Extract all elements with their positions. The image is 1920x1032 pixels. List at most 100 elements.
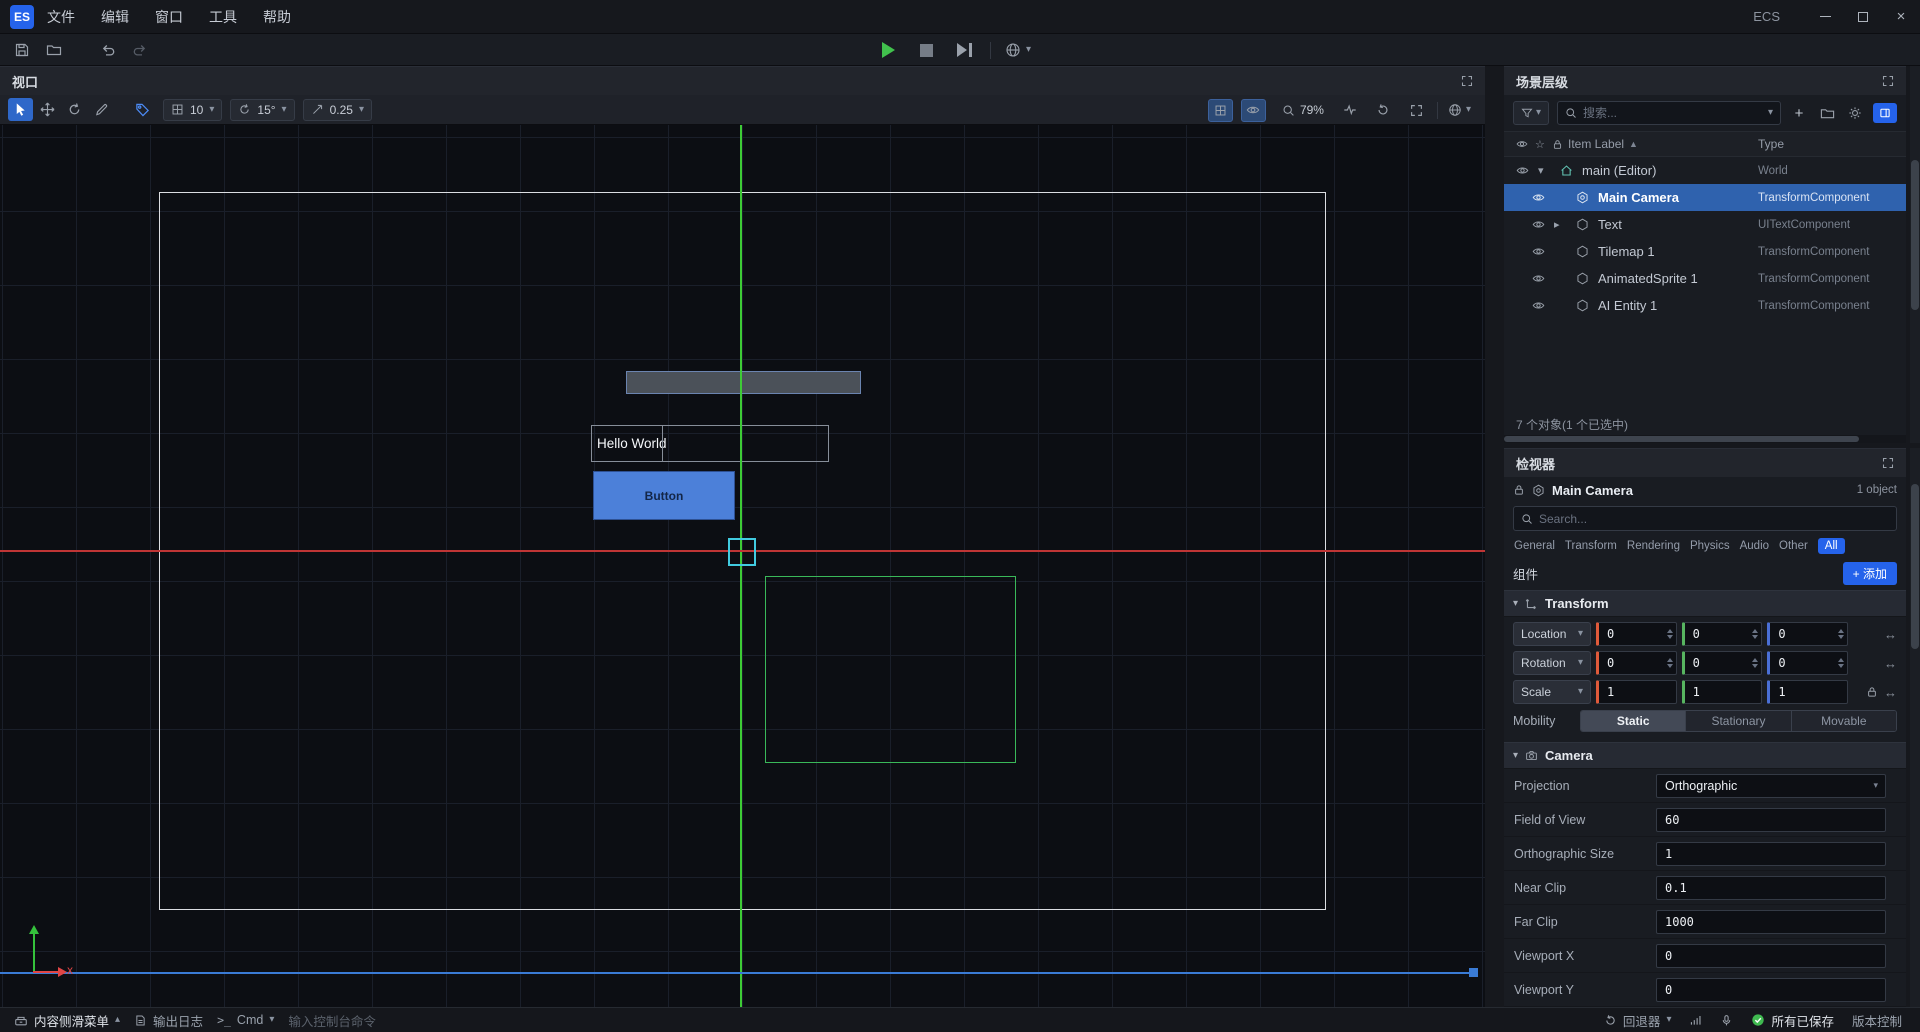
tilemap-bounds-rect[interactable] bbox=[765, 576, 1016, 763]
microphone-icon[interactable] bbox=[1720, 1014, 1733, 1027]
hierarchy-row-ai-entity[interactable]: AI Entity 1 TransformComponent bbox=[1504, 292, 1906, 319]
mobility-movable[interactable]: Movable bbox=[1791, 711, 1896, 731]
filter-dropdown[interactable]: ▾ bbox=[1513, 101, 1549, 125]
tab-physics[interactable]: Physics bbox=[1690, 540, 1730, 552]
menu-tools[interactable]: 工具 bbox=[196, 0, 250, 34]
fullscreen-icon[interactable] bbox=[1404, 99, 1429, 122]
rotation-z-input[interactable]: 0 bbox=[1767, 651, 1848, 675]
column-item-label[interactable]: Item Label▲ bbox=[1568, 137, 1638, 151]
camera-section-header[interactable]: ▾ Camera bbox=[1504, 742, 1906, 769]
scale-dropdown[interactable]: Scale▾ bbox=[1513, 680, 1591, 704]
lock-column-icon[interactable] bbox=[1552, 139, 1563, 150]
minimize-button[interactable] bbox=[1806, 0, 1844, 34]
visibility-eye-icon[interactable] bbox=[1516, 164, 1538, 177]
hierarchy-vertical-scrollbar[interactable] bbox=[1910, 66, 1920, 443]
open-folder-icon[interactable] bbox=[42, 38, 66, 62]
viewport-x-input[interactable]: 0 bbox=[1656, 944, 1886, 968]
rotation-snap-dropdown[interactable]: 15°▾ bbox=[230, 99, 294, 121]
stop-button[interactable] bbox=[914, 38, 938, 62]
grid-snap-dropdown[interactable]: 10▾ bbox=[163, 99, 222, 121]
menu-window[interactable]: 窗口 bbox=[142, 0, 196, 34]
inspector-vertical-scrollbar[interactable] bbox=[1910, 448, 1920, 1007]
redo-icon[interactable] bbox=[128, 38, 152, 62]
viewport-y-input[interactable]: 0 bbox=[1656, 978, 1886, 1002]
inspector-search-input[interactable] bbox=[1539, 512, 1889, 526]
expand-panel-icon[interactable] bbox=[1461, 75, 1473, 87]
viewport-world-dropdown[interactable]: ▾ bbox=[1444, 99, 1475, 122]
projection-select[interactable]: Orthographic▾ bbox=[1656, 774, 1886, 798]
save-icon[interactable] bbox=[10, 38, 34, 62]
tab-transform[interactable]: Transform bbox=[1565, 540, 1617, 552]
stats-icon[interactable] bbox=[1338, 99, 1363, 122]
scale-y-input[interactable]: 1 bbox=[1682, 680, 1763, 704]
menu-edit[interactable]: 编辑 bbox=[88, 0, 142, 34]
visibility-eye-icon[interactable] bbox=[1532, 272, 1554, 285]
visibility-eye-icon[interactable] bbox=[1532, 245, 1554, 258]
visibility-eye-icon[interactable] bbox=[1532, 218, 1554, 231]
column-type[interactable]: Type bbox=[1758, 137, 1784, 151]
close-button[interactable]: × bbox=[1882, 0, 1920, 34]
output-log-button[interactable]: 输出日志 bbox=[134, 1011, 203, 1030]
version-control-button[interactable]: 版本控制 bbox=[1852, 1011, 1902, 1030]
visibility-eye-icon[interactable] bbox=[1532, 191, 1554, 204]
selection-gizmo-box[interactable] bbox=[728, 538, 756, 566]
hierarchy-horizontal-scrollbar[interactable] bbox=[1504, 435, 1906, 443]
new-folder-button[interactable] bbox=[1817, 103, 1837, 123]
location-y-input[interactable]: 0 bbox=[1682, 622, 1763, 646]
cmd-dropdown[interactable]: >_ Cmd ▾ bbox=[217, 1013, 274, 1027]
rotation-x-input[interactable]: 0 bbox=[1596, 651, 1677, 675]
expand-caret-icon[interactable]: ▸ bbox=[1554, 218, 1576, 231]
near-clip-input[interactable]: 0.1 bbox=[1656, 876, 1886, 900]
visibility-toggle-button[interactable] bbox=[1241, 99, 1266, 122]
mobility-stationary[interactable]: Stationary bbox=[1685, 711, 1790, 731]
search-options-caret[interactable]: ▾ bbox=[1768, 108, 1773, 118]
hierarchy-row-animatedsprite[interactable]: AnimatedSprite 1 TransformComponent bbox=[1504, 265, 1906, 292]
hierarchy-row-main[interactable]: ▾ main (Editor) World bbox=[1504, 157, 1906, 184]
app-logo[interactable]: ES bbox=[10, 5, 34, 29]
play-button[interactable] bbox=[876, 38, 900, 62]
far-clip-input[interactable]: 1000 bbox=[1656, 910, 1886, 934]
maximize-button[interactable] bbox=[1844, 0, 1882, 34]
location-dropdown[interactable]: Location▾ bbox=[1513, 622, 1591, 646]
tab-other[interactable]: Other bbox=[1779, 540, 1808, 552]
move-tool-button[interactable] bbox=[35, 98, 60, 121]
select-tool-button[interactable] bbox=[8, 98, 33, 121]
world-settings-dropdown[interactable]: ▾ bbox=[1005, 38, 1031, 62]
zoom-control[interactable]: 79% bbox=[1282, 103, 1324, 117]
rotate-tool-button[interactable] bbox=[62, 98, 87, 121]
mobility-static[interactable]: Static bbox=[1581, 711, 1685, 731]
link-axes-icon[interactable]: ↔ bbox=[1884, 627, 1897, 642]
lock-icon[interactable] bbox=[1513, 484, 1525, 496]
edit-tool-button[interactable] bbox=[89, 98, 114, 121]
orthographic-size-input[interactable]: 1 bbox=[1656, 842, 1886, 866]
location-z-input[interactable]: 0 bbox=[1767, 622, 1848, 646]
add-component-button[interactable]: + 添加 bbox=[1843, 562, 1897, 585]
network-status-icon[interactable] bbox=[1689, 1014, 1702, 1027]
hierarchy-row-tilemap[interactable]: Tilemap 1 TransformComponent bbox=[1504, 238, 1906, 265]
uniform-scale-lock-icon[interactable] bbox=[1866, 686, 1878, 698]
bottom-guide-handle[interactable] bbox=[1469, 968, 1478, 977]
tab-rendering[interactable]: Rendering bbox=[1627, 540, 1680, 552]
tag-icon[interactable] bbox=[130, 98, 155, 121]
rotation-dropdown[interactable]: Rotation▾ bbox=[1513, 651, 1591, 675]
step-forward-button[interactable] bbox=[952, 38, 976, 62]
hierarchy-row-main-camera[interactable]: Main Camera TransformComponent bbox=[1504, 184, 1906, 211]
collapse-caret-icon[interactable]: ▾ bbox=[1538, 164, 1560, 177]
scale-x-input[interactable]: 1 bbox=[1596, 680, 1677, 704]
transform-section-header[interactable]: ▾ Transform bbox=[1504, 590, 1906, 617]
collapse-caret-icon[interactable]: ▾ bbox=[1513, 598, 1518, 609]
scale-z-input[interactable]: 1 bbox=[1767, 680, 1848, 704]
link-axes-icon[interactable]: ↔ bbox=[1884, 685, 1897, 700]
console-command-input[interactable]: 输入控制台命令 bbox=[288, 1011, 376, 1030]
field-of-view-input[interactable]: 60 bbox=[1656, 808, 1886, 832]
panel-layout-button[interactable] bbox=[1873, 103, 1897, 123]
content-drawer-button[interactable]: 内容侧滑菜单 ▴ bbox=[14, 1011, 120, 1030]
ui-button-object[interactable]: Button bbox=[593, 471, 735, 520]
hierarchy-settings-button[interactable] bbox=[1845, 103, 1865, 123]
rotation-y-input[interactable]: 0 bbox=[1682, 651, 1763, 675]
tab-all[interactable]: All bbox=[1818, 538, 1845, 554]
tab-audio[interactable]: Audio bbox=[1740, 540, 1769, 552]
menu-file[interactable]: 文件 bbox=[34, 0, 88, 34]
hierarchy-search-input[interactable] bbox=[1583, 106, 1762, 120]
visibility-column-icon[interactable] bbox=[1516, 138, 1528, 150]
